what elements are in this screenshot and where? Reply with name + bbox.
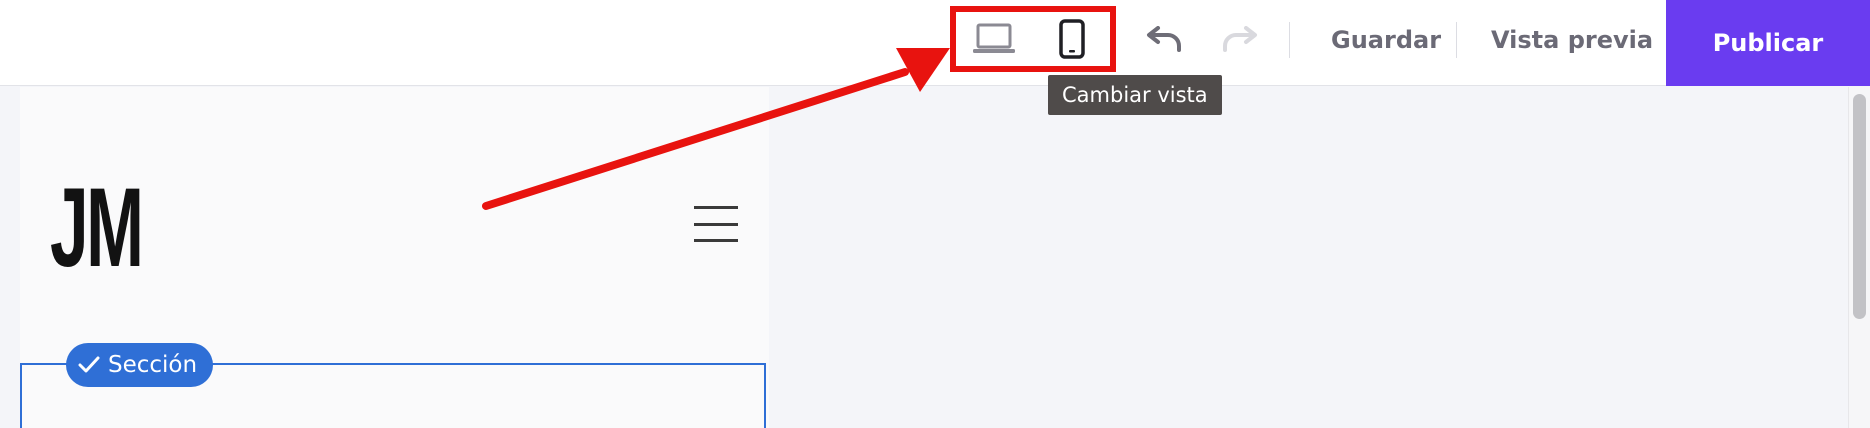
device-switcher	[950, 6, 1116, 72]
mobile-view-button[interactable]	[1044, 15, 1100, 63]
scrollbar-thumb[interactable]	[1853, 94, 1866, 319]
hamburger-line	[694, 222, 738, 226]
hamburger-line	[694, 239, 738, 242]
site-logo[interactable]: JM	[50, 172, 144, 284]
save-button[interactable]: Guardar	[1331, 0, 1441, 80]
preview-button[interactable]: Vista previa	[1491, 0, 1653, 80]
desktop-view-button[interactable]	[966, 15, 1022, 63]
undo-icon	[1147, 26, 1181, 52]
check-icon	[78, 356, 100, 373]
undo-button[interactable]	[1138, 18, 1190, 62]
section-badge[interactable]: Sección	[66, 343, 214, 387]
editor-window: Guardar Vista previa Publicar Cambiar vi…	[0, 0, 1870, 428]
tooltip: Cambiar vista	[1048, 75, 1222, 115]
hamburger-line	[694, 206, 738, 209]
laptop-icon	[973, 23, 1015, 53]
hamburger-icon[interactable]	[694, 206, 738, 242]
section-badge-label: Sección	[108, 352, 198, 378]
top-toolbar: Guardar Vista previa Publicar	[0, 0, 1870, 86]
phone-icon	[1059, 19, 1085, 59]
redo-icon	[1223, 26, 1257, 52]
toolbar-divider	[1289, 22, 1290, 58]
publish-button[interactable]: Publicar	[1666, 0, 1870, 86]
redo-button[interactable]	[1214, 18, 1266, 62]
toolbar-divider	[1456, 22, 1457, 58]
